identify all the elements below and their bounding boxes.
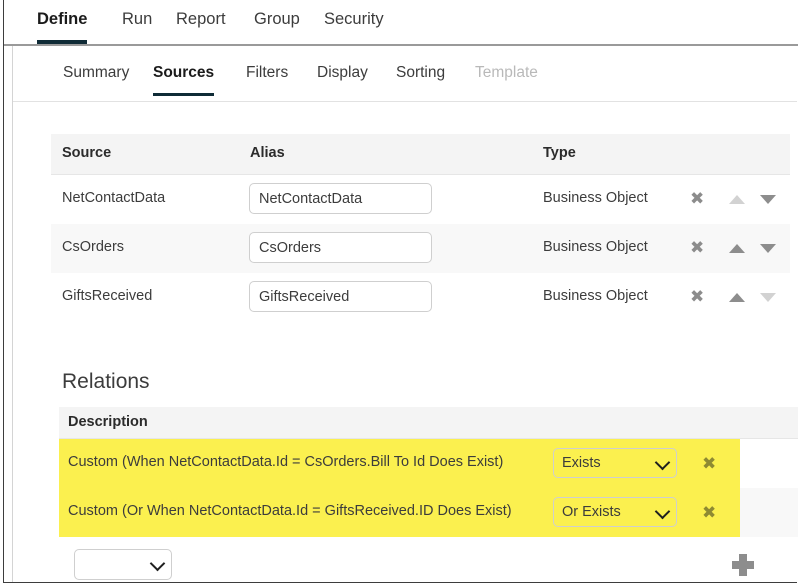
- report-builder-window: Define Run Report Group Security Summary…: [3, 0, 798, 583]
- add-relation-dropdown[interactable]: [74, 549, 172, 580]
- alias-input[interactable]: [249, 281, 432, 312]
- table-row: Custom (When NetContactData.Id = CsOrder…: [59, 439, 798, 488]
- row-actions: ✖: [690, 187, 786, 213]
- source-name: GiftsReceived: [62, 288, 153, 304]
- add-relation-select[interactable]: [74, 549, 172, 580]
- triangle-up-icon[interactable]: [726, 236, 748, 260]
- tab-group[interactable]: Group: [254, 10, 300, 40]
- tab-run[interactable]: Run: [122, 10, 152, 40]
- add-relation-button[interactable]: [732, 554, 754, 576]
- triangle-up-icon[interactable]: [726, 285, 748, 309]
- source-type: Business Object: [543, 288, 648, 304]
- relations-heading: Relations: [62, 370, 150, 393]
- tab-sources[interactable]: Sources: [153, 64, 215, 96]
- relation-operator-dropdown[interactable]: Or Exists: [553, 497, 677, 527]
- triangle-down-icon[interactable]: [757, 187, 779, 211]
- column-header-source: Source: [62, 145, 112, 161]
- column-header-alias: Alias: [250, 145, 285, 161]
- table-row: NetContactData Business Object ✖: [51, 175, 790, 224]
- relations-table: Description Custom (When NetContactData.…: [59, 407, 798, 537]
- tab-report[interactable]: Report: [176, 10, 226, 40]
- tab-define[interactable]: Define: [37, 10, 88, 44]
- secondary-tabbar: Summary Sources Filters Display Sorting …: [13, 46, 797, 102]
- close-x-icon[interactable]: ✖: [690, 285, 712, 309]
- sources-table-header: Source Alias Type: [51, 134, 790, 175]
- source-type: Business Object: [543, 190, 648, 206]
- tab-sorting[interactable]: Sorting: [396, 64, 445, 93]
- alias-input[interactable]: [249, 183, 432, 214]
- table-row: Custom (Or When NetContactData.Id = Gift…: [59, 488, 798, 537]
- row-actions: ✖: [690, 285, 786, 311]
- tab-filters[interactable]: Filters: [246, 64, 288, 93]
- relations-table-header: Description: [59, 407, 798, 439]
- triangle-down-icon[interactable]: [757, 236, 779, 260]
- tab-display[interactable]: Display: [317, 64, 368, 93]
- primary-tabbar: Define Run Report Group Security: [4, 0, 798, 46]
- relation-description: Custom (Or When NetContactData.Id = Gift…: [68, 503, 512, 519]
- close-x-icon[interactable]: ✖: [690, 187, 712, 211]
- alias-input[interactable]: [249, 232, 432, 263]
- tab-template: Template: [475, 64, 538, 81]
- tab-summary[interactable]: Summary: [63, 64, 129, 93]
- sources-table: Source Alias Type NetContactData Busines…: [51, 134, 790, 322]
- define-panel: Summary Sources Filters Display Sorting …: [12, 46, 798, 582]
- source-name: CsOrders: [62, 239, 125, 255]
- relation-operator-select[interactable]: Exists: [553, 448, 677, 478]
- triangle-down-icon: [757, 285, 779, 309]
- relation-operator-select[interactable]: Or Exists: [553, 497, 677, 527]
- close-x-icon[interactable]: ✖: [690, 236, 712, 260]
- source-name: NetContactData: [62, 190, 166, 206]
- plus-icon: [739, 554, 747, 576]
- tab-security[interactable]: Security: [324, 10, 384, 40]
- relation-description: Custom (When NetContactData.Id = CsOrder…: [68, 454, 504, 470]
- triangle-up-icon: [726, 187, 748, 211]
- close-x-icon[interactable]: ✖: [702, 452, 724, 476]
- relation-operator-dropdown[interactable]: Exists: [553, 448, 677, 478]
- source-type: Business Object: [543, 239, 648, 255]
- table-row: CsOrders Business Object ✖: [51, 224, 790, 273]
- table-row: GiftsReceived Business Object ✖: [51, 273, 790, 322]
- column-header-description: Description: [68, 414, 148, 430]
- row-actions: ✖: [690, 236, 786, 262]
- close-x-icon[interactable]: ✖: [702, 501, 724, 525]
- column-header-type: Type: [543, 145, 576, 161]
